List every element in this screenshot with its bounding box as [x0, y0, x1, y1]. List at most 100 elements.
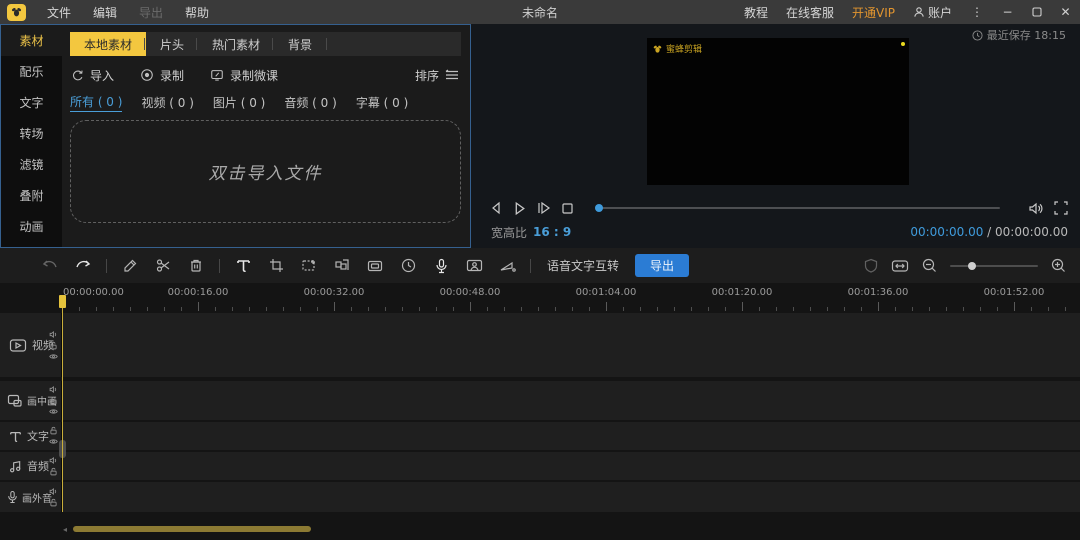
- playhead-handle[interactable]: [59, 295, 66, 308]
- vip-link[interactable]: 开通VIP: [843, 4, 904, 21]
- ruler-label: 00:00:16.00: [168, 287, 229, 298]
- maximize-button[interactable]: [1022, 0, 1051, 24]
- next-frame-button[interactable]: [536, 201, 552, 215]
- video-preview[interactable]: 蜜蜂剪辑: [647, 38, 909, 185]
- mosaic-icon[interactable]: [332, 258, 352, 273]
- sidebar-item-material[interactable]: 素材: [1, 25, 62, 56]
- track-lock-icon[interactable]: [49, 426, 58, 435]
- sidebar-item-music[interactable]: 配乐: [1, 56, 62, 87]
- tab-local-material[interactable]: 本地素材: [70, 32, 146, 56]
- playback-progress-thumb[interactable]: [595, 204, 603, 212]
- record-button[interactable]: 录制: [140, 67, 184, 84]
- tab-intro[interactable]: 片头: [146, 32, 198, 56]
- edit-pencil-icon[interactable]: [120, 258, 140, 273]
- tab-hot-material[interactable]: 热门素材: [198, 32, 274, 56]
- microphone-icon[interactable]: [431, 258, 451, 274]
- track-head-voiceover[interactable]: 画外音: [0, 482, 62, 512]
- playback-progress-slider[interactable]: [596, 207, 1000, 209]
- track-head-video[interactable]: 视频: [0, 313, 62, 377]
- sidebar-item-text[interactable]: 文字: [1, 87, 62, 118]
- import-button[interactable]: 导入: [70, 67, 114, 84]
- track-head-audio[interactable]: 音频: [0, 452, 62, 480]
- undo-icon[interactable]: [40, 259, 60, 273]
- track-mute-icon[interactable]: [49, 456, 58, 465]
- filter-video[interactable]: 视频 ( 0 ): [141, 94, 193, 111]
- more-menu-icon[interactable]: ⋮: [961, 5, 993, 19]
- import-dropzone[interactable]: 双击导入文件: [70, 120, 461, 223]
- filter-all[interactable]: 所有 ( 0 ): [70, 93, 122, 112]
- track-mute-icon[interactable]: [49, 330, 58, 339]
- export-button[interactable]: 导出: [635, 254, 689, 277]
- sidebar-item-animation[interactable]: 动画: [1, 211, 62, 242]
- frame-export-icon[interactable]: [365, 259, 385, 273]
- ruler-label: 00:00:32.00: [304, 287, 365, 298]
- track-lock-icon[interactable]: [49, 467, 58, 476]
- track-visibility-icon[interactable]: [49, 407, 58, 416]
- timeline-horizontal-scrollbar[interactable]: [73, 526, 311, 532]
- filter-audio[interactable]: 音频 ( 0 ): [284, 94, 336, 111]
- track-lock-icon[interactable]: [49, 341, 58, 350]
- prev-frame-button[interactable]: [489, 201, 503, 215]
- zoom-out-icon[interactable]: [922, 258, 937, 273]
- timeline-zoom-slider[interactable]: [950, 265, 1038, 267]
- shield-icon[interactable]: [864, 258, 878, 273]
- account-button[interactable]: 账户: [904, 4, 961, 21]
- scroll-left-arrow[interactable]: ◂: [63, 525, 67, 534]
- zoom-region-icon[interactable]: [299, 258, 319, 273]
- menu-file[interactable]: 文件: [36, 4, 82, 21]
- track-mute-icon[interactable]: [49, 385, 58, 394]
- close-button[interactable]: ✕: [1051, 0, 1080, 24]
- track-lock-icon[interactable]: [49, 498, 58, 507]
- fullscreen-icon[interactable]: [1054, 201, 1068, 215]
- support-link[interactable]: 在线客服: [777, 4, 843, 21]
- app-logo-icon: [7, 4, 26, 21]
- preview-panel: 最近保存 18:15 蜜蜂剪辑 宽高比 16 : 9 00:00:00.00 /…: [471, 24, 1080, 248]
- sort-label: 排序: [415, 67, 439, 84]
- delete-trash-icon[interactable]: [186, 258, 206, 273]
- track-body-video[interactable]: [62, 313, 1080, 377]
- track-row-text: 文字: [0, 422, 1080, 450]
- menu-help[interactable]: 帮助: [174, 4, 220, 21]
- track-head-text[interactable]: 文字: [0, 422, 62, 450]
- filter-image[interactable]: 图片 ( 0 ): [213, 94, 265, 111]
- track-head-pip[interactable]: 画中画: [0, 381, 62, 420]
- track-visibility-icon[interactable]: [49, 352, 58, 361]
- track-mute-icon[interactable]: [49, 487, 58, 496]
- track-visibility-icon[interactable]: [49, 437, 58, 446]
- minimize-button[interactable]: −: [993, 0, 1022, 24]
- track-body-audio[interactable]: [62, 452, 1080, 480]
- track-body-voiceover[interactable]: [62, 482, 1080, 512]
- timeline-ruler[interactable]: 00:00:00.00 00:00:16.00 00:00:32.00 00:0…: [0, 283, 1080, 313]
- sidebar-item-filter[interactable]: 滤镜: [1, 149, 62, 180]
- menu-edit[interactable]: 编辑: [82, 4, 128, 21]
- record-icon: [140, 68, 154, 82]
- record-indicator-dot: [901, 42, 905, 46]
- crop-icon[interactable]: [266, 258, 286, 273]
- pip-camera-icon[interactable]: [464, 258, 484, 273]
- speed-icon[interactable]: [497, 259, 517, 273]
- split-scissors-icon[interactable]: [153, 258, 173, 273]
- play-button[interactable]: [512, 201, 527, 216]
- stop-button[interactable]: [561, 202, 574, 215]
- aspect-ratio-value[interactable]: 16 : 9: [533, 225, 571, 239]
- playhead-line: [62, 296, 63, 512]
- add-text-icon[interactable]: [233, 258, 253, 273]
- track-body-pip[interactable]: [62, 381, 1080, 420]
- speech-text-convert-button[interactable]: 语音文字互转: [547, 257, 619, 274]
- record-course-button[interactable]: 录制微课: [210, 67, 278, 84]
- track-lock-icon[interactable]: [49, 396, 58, 405]
- video-track-icon: [9, 338, 27, 353]
- filter-subtitle[interactable]: 字幕 ( 0 ): [356, 94, 408, 111]
- zoom-in-icon[interactable]: [1051, 258, 1066, 273]
- duration-clock-icon[interactable]: [398, 258, 418, 273]
- redo-icon[interactable]: [73, 259, 93, 273]
- tab-background[interactable]: 背景: [274, 32, 326, 56]
- tutorial-link[interactable]: 教程: [735, 4, 777, 21]
- volume-icon[interactable]: [1028, 201, 1044, 216]
- timeline-zoom-thumb[interactable]: [968, 262, 976, 270]
- sort-button[interactable]: 排序: [415, 67, 459, 84]
- fit-timeline-icon[interactable]: [891, 259, 909, 273]
- sidebar-item-overlay[interactable]: 叠附: [1, 180, 62, 211]
- track-body-text[interactable]: [62, 422, 1080, 450]
- sidebar-item-transition[interactable]: 转场: [1, 118, 62, 149]
